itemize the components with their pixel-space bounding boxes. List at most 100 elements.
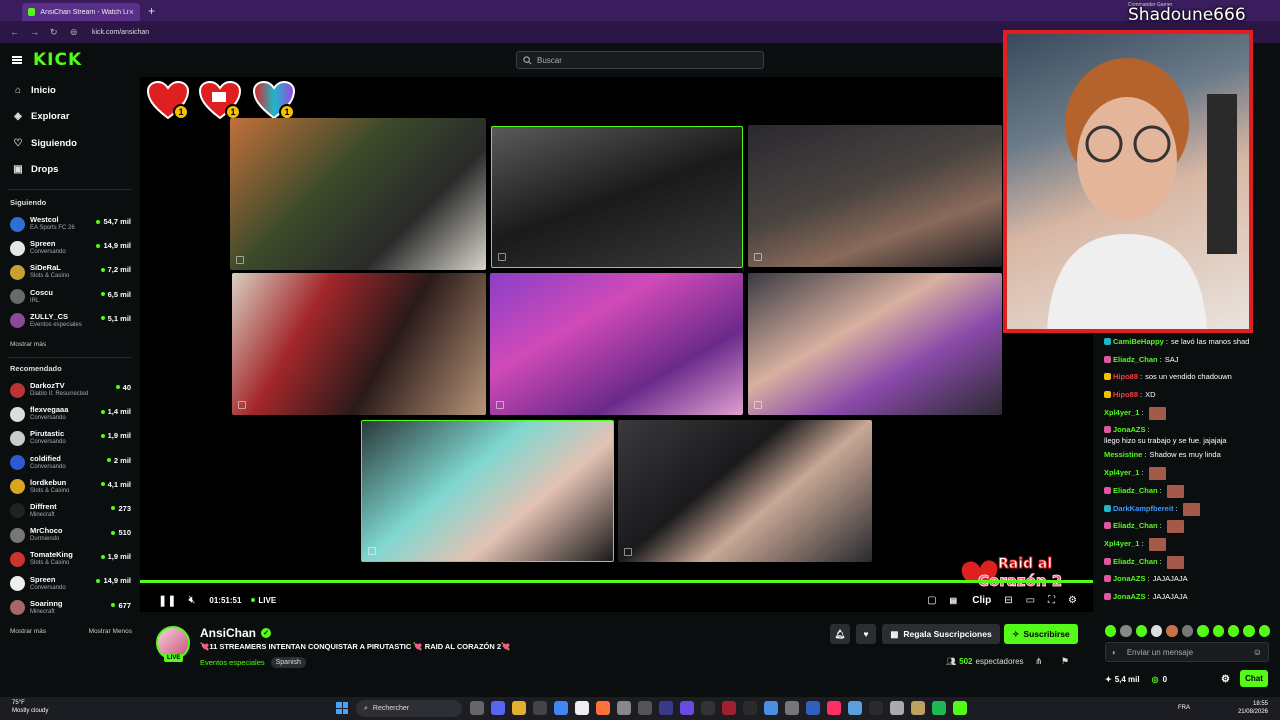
channel-item[interactable]: Westcol EA Sports FC 26 54,7 mil [0,212,140,236]
mute-icon[interactable]: 🔇︎ [188,594,195,607]
emote-icon[interactable] [1105,625,1117,637]
settings-icon[interactable]: ⚙ [1068,595,1077,606]
miniplayer-icon[interactable]: ▢ [927,595,936,606]
chat-username[interactable]: Eliadz_Chan [1113,354,1158,365]
chat-username[interactable]: Eliadz_Chan [1113,485,1158,496]
channel-item[interactable]: DarkozTV Diablo II: Resurrected 40 [0,378,140,402]
chat-username[interactable]: Xpl4yer_1 [1104,407,1139,418]
video-player[interactable]: 1 1 1 x4 Raid al Corazón 2 ❚❚ 🔇︎ 01:51:5… [140,77,1093,612]
firefox-icon[interactable] [596,701,610,715]
pause-icon[interactable]: ❚❚ [158,594,176,607]
chat-username[interactable]: JonaAZS [1113,591,1146,602]
nav-siguiendo[interactable]: ♡ Siguiendo [0,130,140,157]
app-icon[interactable] [659,701,673,715]
search-input[interactable] [537,55,737,65]
site-info-icon[interactable]: ⊜ [70,27,80,38]
app-icon[interactable] [806,701,820,715]
stream-category[interactable]: Eventos especiales [200,658,265,667]
chat-username[interactable]: Hipo88 [1113,389,1138,400]
nav-inicio[interactable]: ⌂ Inicio [0,77,140,104]
app-icon[interactable] [785,701,799,715]
channel-item[interactable]: Pirutastic Conversando 1,9 mil [0,426,140,450]
app-icon[interactable] [953,701,967,715]
app-icon[interactable] [869,701,883,715]
emote-icon[interactable] [1212,625,1224,637]
notification-button[interactable]: 🔔︎ [830,624,850,644]
app-icon[interactable] [722,701,736,715]
nav-explorar[interactable]: ◈ Explorar [0,104,140,131]
chat-username[interactable]: Eliadz_Chan [1113,520,1158,531]
language-tag[interactable]: Spanish [270,657,306,668]
forward-icon[interactable]: → [30,27,40,37]
emote-icon[interactable] [1151,625,1163,637]
tiktok-icon[interactable] [827,701,841,715]
search-bar[interactable] [516,51,764,69]
channel-item[interactable]: flexvegaaa Conversando 1,4 mil [0,402,140,426]
app-icon[interactable] [617,701,631,715]
channel-item[interactable]: lordkebun Slots & Casino 4,1 mil [0,475,140,499]
close-tab-icon[interactable]: × [129,7,134,17]
app-icon[interactable] [680,701,694,715]
task-view-icon[interactable] [470,701,484,715]
chat-username[interactable]: Eliadz_Chan [1113,556,1158,567]
report-icon[interactable]: ⚑ [1061,656,1069,667]
emote-icon[interactable] [1197,625,1209,637]
gift-subs-button[interactable]: ▦ Regala Suscripciones [882,624,1000,644]
progress-bar[interactable] [140,580,1093,583]
emoji-icon[interactable]: ☺ [1253,647,1262,657]
emote-icon[interactable] [1181,625,1194,637]
show-less-recommended[interactable]: Mostrar Menos [89,628,132,635]
url-field[interactable]: kick.com/ansichan [92,29,149,36]
chat-overlay-icon[interactable]: ▭ [1026,595,1035,606]
folder-icon[interactable] [512,701,526,715]
chrome-icon[interactable] [554,701,568,715]
chat-mode-icon[interactable]: ◐ [1112,648,1117,657]
app-icon[interactable] [743,701,757,715]
nav-drops[interactable]: ▣ Drops [0,157,140,184]
gift-count[interactable]: 5,4 mil [1115,675,1140,684]
emote-icon[interactable] [1258,625,1270,637]
channel-item[interactable]: Soarinng Minecraft 677 [0,596,140,620]
app-icon[interactable] [638,701,652,715]
reload-icon[interactable]: ↻ [50,27,60,38]
language-indicator[interactable]: FRA [1178,705,1190,711]
channel-item[interactable]: Spreen Conversando 14,9 mil [0,571,140,595]
chat-username[interactable]: Messistine [1104,449,1142,460]
emote-icon[interactable] [1243,625,1255,637]
clock[interactable]: 18:55 21/08/2026 [1238,700,1268,716]
app-icon[interactable] [533,701,547,715]
emote-icon[interactable] [1120,625,1132,637]
emote-icon[interactable] [1135,625,1148,637]
channel-item[interactable]: Coscu IRL 6,5 mil [0,285,140,309]
kick-logo[interactable]: KICK [33,50,82,70]
chat-settings-icon[interactable]: ⚙ [1221,674,1230,685]
emote-icon[interactable] [1166,625,1178,637]
app-icon[interactable] [764,701,778,715]
share-icon[interactable]: ⋔ [1035,656,1043,667]
app-icon[interactable] [575,701,589,715]
app-icon[interactable] [890,701,904,715]
theater-icon[interactable]: ⊟ [1004,595,1012,606]
follow-button[interactable]: ♥ [856,624,876,644]
channel-item[interactable]: ZULLY_CS Eventos especiales 5,1 mil [0,309,140,333]
new-tab-icon[interactable]: + [148,4,155,18]
app-icon[interactable] [932,701,946,715]
channel-item[interactable]: Diffrent Minecraft 273 [0,499,140,523]
app-icon[interactable] [911,701,925,715]
show-more-recommended[interactable]: Mostrar más [10,628,46,635]
menu-icon[interactable] [12,56,22,64]
channel-item[interactable]: coldified Conversando 2 mil [0,451,140,475]
chat-username[interactable]: JonaAZS [1113,573,1146,584]
chat-username[interactable]: Xpl4yer_1 [1104,467,1139,478]
subscribe-button[interactable]: ✧ Suscribirse [1004,624,1078,644]
show-more-following[interactable]: Mostrar más [0,337,140,353]
streamer-name[interactable]: AnsiChan [200,626,256,640]
browser-tab[interactable]: AnsiChan Stream - Watch Live × [22,3,140,21]
fullscreen-icon[interactable]: ⛶ [1048,595,1055,606]
discord-icon[interactable] [491,701,505,715]
chat-username[interactable]: CamiBeHappy [1113,336,1164,347]
app-icon[interactable] [848,701,862,715]
chat-username[interactable]: DarkKampfbereit [1113,503,1173,514]
weather-widget[interactable]: 75°F Mostly cloudy [12,699,48,715]
windows-start-icon[interactable] [336,702,348,714]
